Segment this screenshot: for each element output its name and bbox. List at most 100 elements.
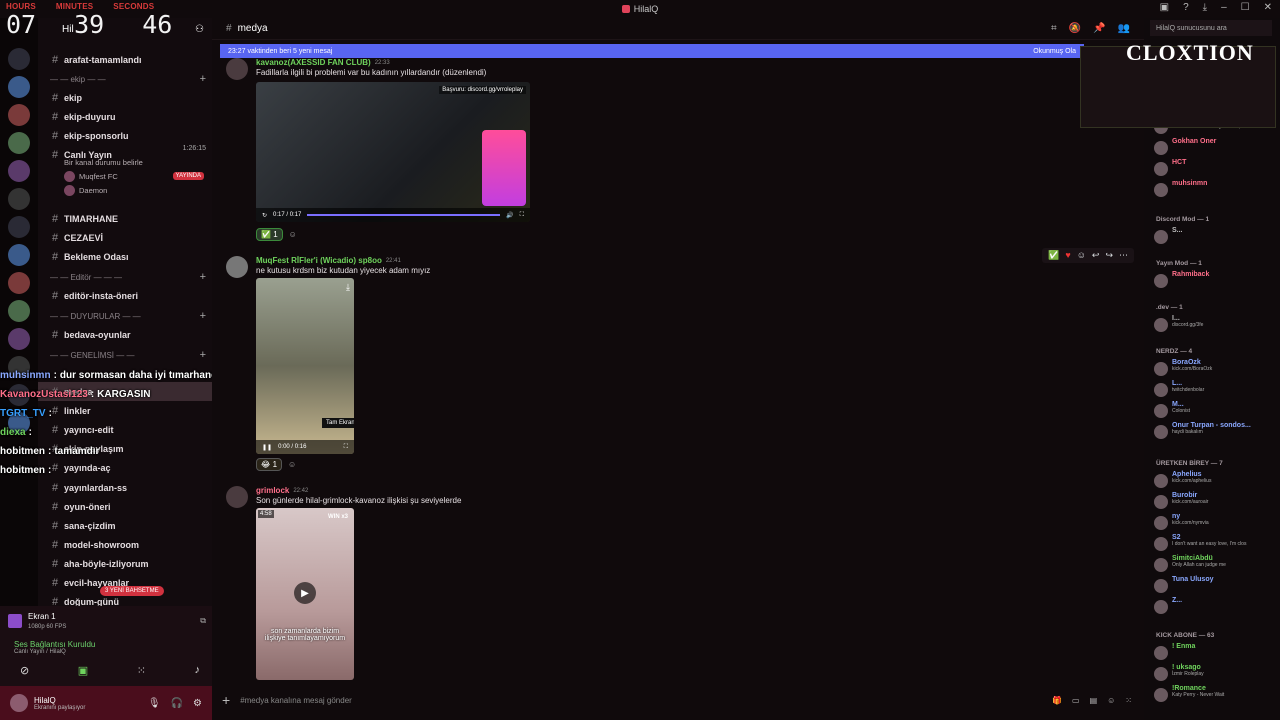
member-item[interactable]: I... discord.gg/3fe (1154, 315, 1276, 334)
server-icon[interactable] (8, 216, 30, 238)
threads-icon[interactable]: ⌗ (1051, 23, 1057, 34)
volume-icon[interactable]: 🔊 (506, 212, 513, 219)
member-item[interactable]: Aphelius kick.com/aphelius (1154, 471, 1276, 490)
member-item[interactable]: S... (1154, 227, 1276, 246)
member-item[interactable]: !Romance Katy Perry - Never Wait (1154, 685, 1276, 704)
video-embed[interactable]: 4:58 WIN x3 ▶ son zamanlarda bizim ilişk… (256, 508, 354, 680)
channel-item[interactable]: # Bekleme Odası (38, 247, 212, 266)
video-embed[interactable]: Başvuru: discord.gg/vrroleplay ↻ 0:17 / 0… (256, 82, 530, 222)
member-item[interactable]: Burobir kick.com/auroair (1154, 492, 1276, 511)
avatar[interactable] (226, 58, 248, 80)
member-item[interactable]: muhsinmn (1154, 180, 1276, 199)
help-icon[interactable]: ? (1183, 2, 1189, 13)
screen-share-status[interactable]: Ekran 1 1080p 60 FPS ⧉ (8, 610, 206, 632)
add-reaction-icon[interactable]: ☺ (289, 230, 297, 239)
voice-member[interactable]: Daemon (38, 183, 212, 197)
category-header[interactable]: — — GENELİMSİ — — + (38, 346, 212, 364)
member-item[interactable]: ! uksago İzmir Roleplay (1154, 664, 1276, 683)
member-item[interactable]: HCT (1154, 159, 1276, 178)
member-item[interactable]: L... twitchdenbolar (1154, 380, 1276, 399)
reaction-emoji[interactable]: 😂 1 (256, 458, 283, 471)
message-author[interactable]: grimlock (256, 486, 289, 495)
add-reaction-icon[interactable]: ☺ (288, 460, 296, 469)
server-icon[interactable] (8, 188, 30, 210)
member-item[interactable]: S2 I don't want an easy love, I'm clos (1154, 534, 1276, 553)
voice-member[interactable]: Muqfest FC YAYINDA (38, 169, 212, 183)
member-item[interactable]: SimitciAbdü Only Allah can judge me (1154, 555, 1276, 574)
camera-off-icon[interactable]: ⊘ (20, 664, 29, 677)
add-channel-icon[interactable]: + (200, 73, 206, 85)
search-input[interactable]: HilalQ sunucusunu ara (1150, 20, 1272, 36)
emoji-icon[interactable]: ☺ (1107, 696, 1115, 705)
video-embed[interactable]: ⤓ Tam Ekran ❚❚ 0:00 / 0:16 ⛶ (256, 278, 354, 454)
apps-icon[interactable]: ⁙ (1125, 696, 1132, 705)
member-item[interactable]: Tuna Ulusoy (1154, 576, 1276, 595)
avatar[interactable] (226, 486, 248, 508)
close-button[interactable]: ✕ (1264, 2, 1272, 13)
voice-connection[interactable]: Ses Bağlantısı Kuruldu Canlı Yayın / Hila… (14, 640, 95, 655)
channel-item[interactable]: # yayınlardan-ss (38, 478, 212, 497)
channel-item[interactable]: # ekip-duyuru (38, 107, 212, 126)
category-header[interactable]: — — ekip — — + (38, 70, 212, 88)
channel-item[interactable]: # TIMARHANE (38, 209, 212, 228)
channel-item[interactable]: # arafat-tamamlandı (38, 50, 212, 69)
add-channel-icon[interactable]: + (200, 310, 206, 322)
message-author[interactable]: MuqFest RİFler'i (Wicadio) sp8oo (256, 256, 382, 265)
message-input[interactable]: #medya kanalına mesaj gönder (240, 696, 352, 705)
inbox-icon[interactable]: ▣ (1160, 2, 1169, 13)
add-member-icon[interactable]: ⚇ (195, 24, 204, 35)
download-icon[interactable]: ⤓ (346, 282, 350, 293)
channel-item[interactable]: # model-showroom (38, 535, 212, 554)
member-item[interactable]: Rahmiback (1154, 271, 1276, 290)
server-icon[interactable] (8, 300, 30, 322)
settings-icon[interactable]: ⚙ (193, 698, 202, 709)
member-item[interactable]: Onur Turpan - sondos... haydi bakalım (1154, 422, 1276, 441)
server-icon[interactable] (8, 328, 30, 350)
replay-icon[interactable]: ↻ (262, 212, 267, 219)
mute-icon[interactable]: 🔕 (1069, 23, 1081, 34)
new-messages-banner[interactable]: 23:27 vaktinden beri 5 yeni mesaj Okunmuş… (220, 44, 1084, 58)
play-icon[interactable]: ▶ (294, 582, 316, 604)
member-item[interactable]: BoraOzk kick.com/BoraOzk (1154, 359, 1276, 378)
fullscreen-icon[interactable]: ⛶ (344, 444, 348, 451)
seek-bar[interactable] (307, 214, 501, 216)
soundboard-icon[interactable]: ♪ (194, 664, 200, 677)
member-item[interactable]: ny kick.com/nymvia (1154, 513, 1276, 532)
category-header[interactable]: — — DUYURULAR — — + (38, 307, 212, 325)
channel-item[interactable]: # sana-çizdim (38, 516, 212, 535)
gif-icon[interactable]: ▭ (1072, 696, 1080, 705)
headphones-icon[interactable]: 🎧 (171, 698, 183, 709)
popout-icon[interactable]: ⧉ (200, 616, 206, 626)
server-icon[interactable] (8, 76, 30, 98)
members-toggle-icon[interactable]: 👥 (1118, 23, 1130, 34)
new-mentions-badge[interactable]: 3 YENİ BAHSETME (100, 586, 164, 596)
maximize-button[interactable]: ☐ (1241, 2, 1250, 13)
video-controls[interactable]: ↻ 0:17 / 0:17 🔊 ⛶ (256, 208, 530, 222)
download-icon[interactable]: ⤓ (1203, 2, 1207, 13)
member-item[interactable]: ! Enma (1154, 643, 1276, 662)
server-icon[interactable] (8, 132, 30, 154)
avatar[interactable] (10, 694, 28, 712)
pin-icon[interactable]: 📌 (1093, 23, 1105, 34)
category-header[interactable]: — — Editör — — — + (38, 268, 212, 286)
server-icon[interactable] (8, 104, 30, 126)
activities-icon[interactable]: ⁙ (137, 664, 146, 677)
mark-read-button[interactable]: Okunmuş Ola (1033, 48, 1076, 55)
channel-item[interactable]: # ekip-sponsorlu (38, 126, 212, 145)
mic-icon[interactable]: 🎙 (148, 698, 161, 709)
screen-share-icon[interactable]: ▣ (78, 664, 88, 677)
member-item[interactable]: M... Colonist (1154, 401, 1276, 420)
channel-item[interactable]: # aha-böyle-izliyorum (38, 554, 212, 573)
message-author[interactable]: kavanoz(AXESSID FAN CLUB) (256, 58, 371, 67)
channel-item[interactable]: # bedava-oyunlar (38, 325, 212, 344)
server-icon[interactable] (8, 48, 30, 70)
fullscreen-icon[interactable]: ⛶ (520, 212, 524, 219)
channel-item[interactable]: # oyun-öneri (38, 497, 212, 516)
channel-item[interactable]: # ekip (38, 88, 212, 107)
channel-item[interactable]: # editör-insta-öneri (38, 286, 212, 305)
add-channel-icon[interactable]: + (200, 349, 206, 361)
server-icon[interactable] (8, 160, 30, 182)
channel-item[interactable]: # CEZAEVİ (38, 228, 212, 247)
gift-icon[interactable]: 🎁 (1052, 696, 1062, 705)
minimize-button[interactable]: – (1221, 2, 1227, 13)
